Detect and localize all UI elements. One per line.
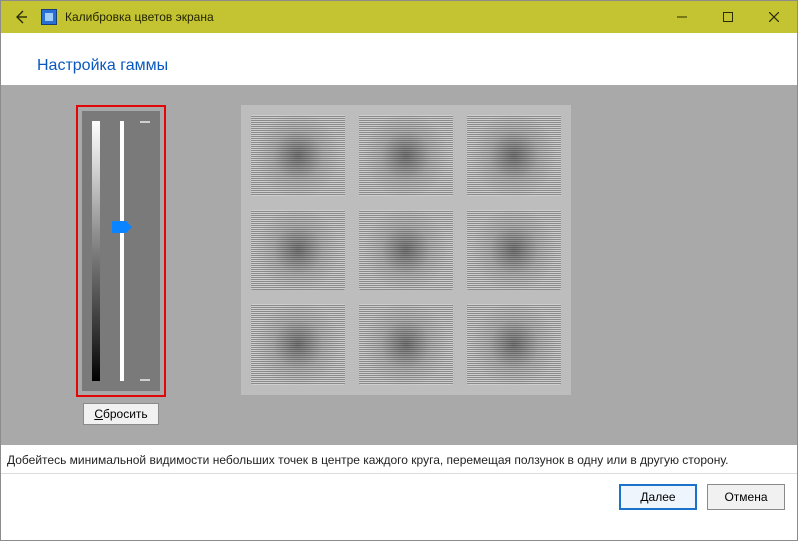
close-button[interactable] [751,1,797,33]
maximize-button[interactable] [705,1,751,33]
gamma-dot [251,115,345,196]
slider-thumb[interactable] [112,221,132,233]
app-icon [41,9,57,25]
next-button[interactable]: Далее [619,484,697,510]
reset-button[interactable]: Сбросить [83,403,158,425]
slider-tick-bottom [140,379,150,381]
gamma-dot [251,210,345,291]
maximize-icon [723,12,733,22]
gamma-gradient-strip [92,121,100,381]
titlebar: Калибровка цветов экрана [1,1,797,33]
page-title: Настройка гаммы [37,57,797,75]
footer-buttons: Далее Отмена [1,474,797,520]
gamma-dot [467,115,561,196]
gamma-dot [359,115,453,196]
gamma-slider-column: Сбросить [71,105,171,425]
slider-track [120,121,124,381]
gamma-dot [359,210,453,291]
gamma-preview-grid [241,105,571,395]
gamma-dot [359,304,453,385]
slider-highlight-frame [76,105,166,397]
back-arrow-icon [13,9,29,25]
gamma-slider[interactable] [82,111,160,391]
instruction-text: Добейтесь минимальной видимости небольши… [1,445,797,467]
reset-button-label: Сбросить [94,407,147,421]
cancel-button[interactable]: Отмена [707,484,785,510]
minimize-button[interactable] [659,1,705,33]
minimize-icon [677,12,687,22]
gamma-dot [467,210,561,291]
gamma-dot [251,304,345,385]
gamma-dot [467,304,561,385]
close-icon [769,12,779,22]
window-title: Калибровка цветов экрана [65,10,214,24]
page-header: Настройка гаммы [1,33,797,85]
content-panel: Сбросить [1,85,797,445]
back-button[interactable] [9,5,33,29]
slider-tick-top [140,121,150,123]
